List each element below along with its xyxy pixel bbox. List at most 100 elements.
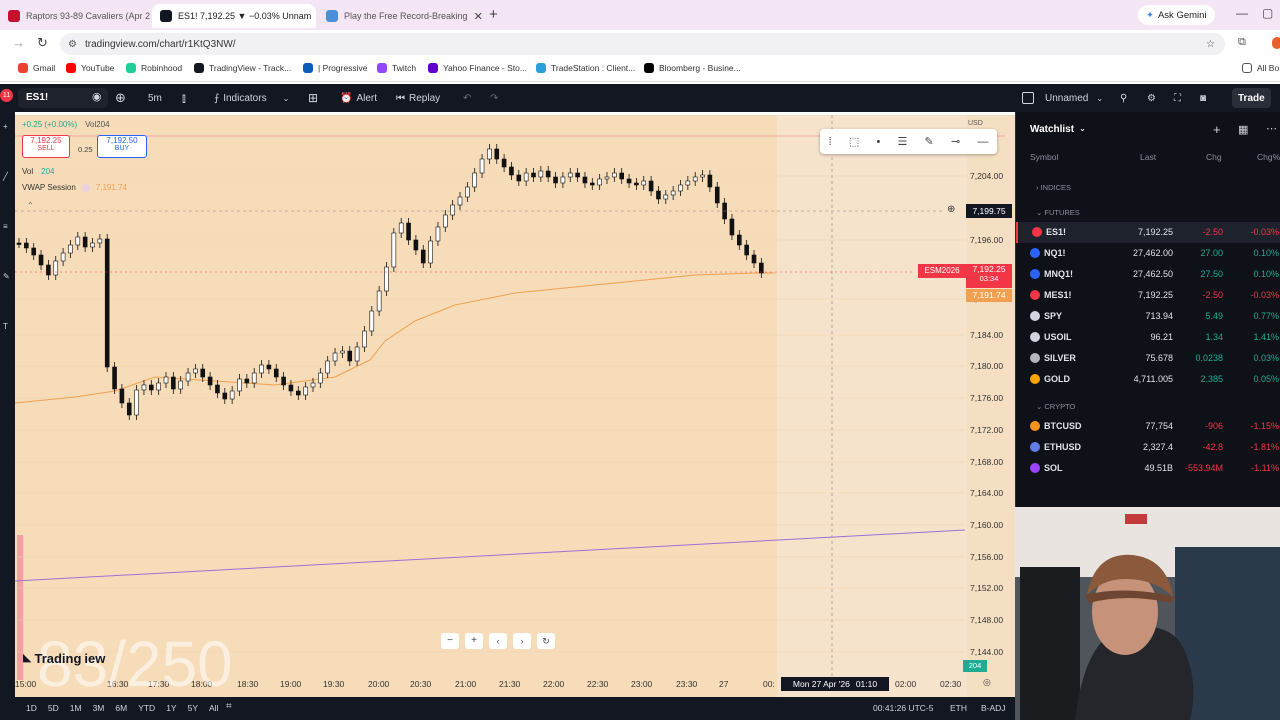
range-button-6m[interactable]: 6M [115,703,127,713]
reload-icon[interactable]: ↻ [37,35,48,51]
range-button-1y[interactable]: 1Y [166,703,176,713]
clock-time[interactable]: 00:41:26 UTC-5 [873,703,933,713]
bookmark-youtube[interactable]: YouTube [66,63,114,73]
chevron-down-icon[interactable]: ⌄ [283,94,290,103]
minimize-icon[interactable]: — [1236,6,1248,20]
add-symbol-icon[interactable]: + [1213,122,1221,137]
layout-name-button[interactable]: Unnamed ⌄ [1045,90,1103,106]
watchlist-row-silver[interactable]: SILVER 75.678 0.0238 0.03% [1016,348,1280,369]
templates-icon[interactable]: ⊞ [308,90,318,106]
col-symbol[interactable]: Symbol [1030,152,1058,162]
watchlist-row-ethusd[interactable]: ETHUSD 2,327.4 -42.8 -1.81% [1016,437,1280,458]
dot-icon[interactable]: • [876,136,880,148]
select-rect-icon[interactable]: ⬚ [849,135,859,148]
range-button-1d[interactable]: 1D [26,703,37,713]
reset-chart-button[interactable]: ↻ [537,633,555,649]
url-bar[interactable]: ⚙ tradingview.com/chart/r1KtQ3NW/ ☆ [60,33,1225,55]
symbol-search[interactable]: ES1! ◉ [18,88,108,108]
sell-button[interactable]: 7,192.25 SELL [22,135,70,158]
indicators-button[interactable]: ⨍ Indicators ⌄ [214,90,289,106]
watchlist-row-btcusd[interactable]: BTCUSD 77,754 -906 -1.15% [1016,416,1280,437]
adjustment-toggle[interactable]: B-ADJ [981,703,1006,713]
drag-handle-icon[interactable]: ⁞ [829,136,832,148]
range-button-all[interactable]: All [209,703,218,713]
browser-tab-raptors[interactable]: Raptors 93-89 Cavaliers (Apr 26 ✕ [0,4,150,28]
camera-icon[interactable]: ◙ [1200,90,1206,106]
lines-icon[interactable]: ☰ [897,135,907,148]
bookmark-bloomberg[interactable]: Bloomberg - Busine... [644,63,741,73]
watchlist-title-button[interactable]: Watchlist ⌄ [1030,124,1086,135]
trendline-tool-icon[interactable]: ╱ [3,172,8,181]
browser-tab-tradingview[interactable]: ES1! 7,192.25 ▼ −0.03% Unnam ✕ [152,4,316,28]
layout-icon[interactable] [1022,92,1034,104]
bookmark-yahoo[interactable]: Yahoo Finance - Sto... [428,63,527,73]
scroll-left-button[interactable]: ‹ [489,633,507,649]
candle-type-icon[interactable]: ⫾ [182,90,186,106]
range-button-5y[interactable]: 5Y [188,703,198,713]
fullscreen-icon[interactable]: ⛶ [1174,90,1181,106]
range-button-5d[interactable]: 5D [48,703,59,713]
all-bookmarks[interactable]: All Bo [1242,63,1279,73]
quick-search-icon[interactable]: ⚲ [1120,90,1127,106]
watchlist-row-usoil[interactable]: USOIL 96.21 1.34 1.41% [1016,327,1280,348]
range-button-1m[interactable]: 1M [70,703,82,713]
trade-button[interactable]: Trade [1232,88,1271,108]
range-button-3m[interactable]: 3M [93,703,105,713]
profile-avatar[interactable] [1272,37,1280,49]
minus-line-icon[interactable]: ― [977,136,988,148]
text-tool-icon[interactable]: T [3,322,8,331]
extensions-icon[interactable]: ⧉ [1238,36,1246,49]
compare-icon[interactable]: ⊕ [115,90,126,106]
horizontal-line-icon[interactable]: ⊸ [951,135,960,148]
watchlist-row-spy[interactable]: SPY 713.94 5.49 0.77% [1016,306,1280,327]
ask-gemini-button[interactable]: ✦ Ask Gemini [1138,5,1215,25]
session-toggle[interactable]: ETH [950,703,967,713]
currency-label[interactable]: USD [968,120,983,127]
watchlist-row-gold[interactable]: GOLD 4,711.005 2.385 0.05% [1016,369,1280,390]
col-chg-pct[interactable]: Chg% [1257,152,1280,162]
advanced-view-icon[interactable]: ▦ [1238,123,1248,136]
add-alert-icon[interactable]: ⊕ [947,204,955,215]
watchlist-row-mes1[interactable]: MES1! 7,192.25 -2.50 -0.03% [1016,285,1280,306]
axis-settings-icon[interactable]: ◎ [983,677,991,688]
forward-icon[interactable]: → [12,35,25,50]
bookmark-gmail[interactable]: Gmail [18,63,55,73]
watchlist-row-sol[interactable]: SOL 49.51B -553.94M -1.11% [1016,458,1280,479]
close-tab-icon[interactable]: ✕ [474,10,483,23]
section-futures[interactable]: ⌄ FUTURES [1036,208,1080,217]
col-chg[interactable]: Chg [1206,152,1222,162]
price-chart-svg[interactable]: 7,204.007,196.007,188.007,184.007,180.00… [15,115,1015,697]
bookmark-tradestation[interactable]: TradeStation : Client... [536,63,635,73]
brush-tool-icon[interactable]: ✎ [3,272,10,281]
notification-badge[interactable]: 11 [0,89,13,102]
watchlist-row-nq1[interactable]: NQ1! 27,462.00 27.00 0.10% [1016,243,1280,264]
goto-date-icon[interactable]: ⌗ [226,701,232,712]
undo-icon[interactable]: ↶ [463,90,471,106]
col-last[interactable]: Last [1140,152,1156,162]
new-tab-button[interactable]: + [489,6,498,23]
zoom-in-button[interactable]: + [465,633,483,649]
chart-pane[interactable]: 7,204.007,196.007,188.007,184.007,180.00… [15,115,1015,697]
pencil-icon[interactable]: ✎ [925,135,934,148]
bookmark-twitch[interactable]: Twitch [377,63,416,73]
site-info-icon[interactable]: ⚙ [68,39,77,50]
zoom-out-button[interactable]: − [441,633,459,649]
settings-icon[interactable]: ⚙ [1147,90,1156,106]
more-options-icon[interactable]: ⋯ [1266,122,1277,135]
watchlist-row-es1[interactable]: ES1! 7,192.25 -2.50 -0.03% [1016,222,1280,243]
eye-icon[interactable]: ◉ [92,90,102,103]
replay-button[interactable]: ⏮ Replay [396,90,440,106]
redo-icon[interactable]: ↷ [490,90,498,106]
watchlist-row-mnq1[interactable]: MNQ1! 27,462.50 27.50 0.10% [1016,264,1280,285]
collapse-legend-icon[interactable]: ⌃ [27,201,34,210]
range-button-ytd[interactable]: YTD [138,703,155,713]
crosshair-tool-icon[interactable]: + [3,122,8,131]
scroll-right-button[interactable]: › [513,633,531,649]
bookmark-robinhood[interactable]: Robinhood [126,63,182,73]
bookmark-progressive[interactable]: | Progressive [303,63,367,73]
fib-tool-icon[interactable]: ≡ [3,222,8,231]
bookmark-star-icon[interactable]: ☆ [1206,39,1215,50]
bookmark-tradingview[interactable]: TradingView - Track... [194,63,291,73]
interval-button[interactable]: 5m [148,90,162,106]
maximize-icon[interactable]: ▢ [1262,6,1273,20]
